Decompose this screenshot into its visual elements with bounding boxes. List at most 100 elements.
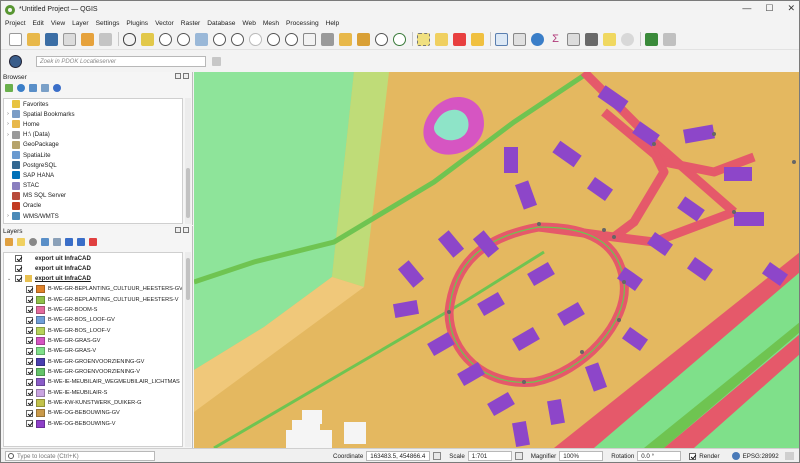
close-panel-icon[interactable] (183, 73, 189, 79)
expand-arrow-icon[interactable]: › (4, 111, 12, 117)
zoom-in-icon[interactable] (159, 32, 172, 46)
browser-item[interactable]: › WMS/WMTS (4, 211, 182, 221)
layout-manager-icon[interactable] (81, 32, 94, 46)
crs-label[interactable]: EPSG:28992 (743, 453, 779, 460)
layer-symbol-swatch[interactable] (36, 347, 45, 356)
expand-arrow-icon[interactable]: › (4, 213, 12, 219)
temporal-controller-icon[interactable] (375, 32, 388, 46)
layer-group-checkbox[interactable] (15, 275, 22, 283)
float-panel-icon[interactable] (175, 227, 181, 233)
zoom-full-icon[interactable] (195, 32, 208, 46)
clear-search-icon[interactable] (212, 56, 221, 66)
field-calculator-icon[interactable] (567, 32, 580, 46)
close-panel-icon[interactable] (183, 227, 189, 233)
expand-arrow-icon[interactable]: › (4, 132, 12, 138)
new-3d-map-view-icon[interactable] (321, 32, 334, 46)
layer-item[interactable]: B-WE-GR-GROENVOORZIENING-V (4, 367, 182, 377)
layer-checkbox[interactable] (26, 306, 33, 314)
layers-scrollbar[interactable] (185, 252, 191, 447)
layer-group[interactable]: export uit InfraCAD (4, 253, 182, 263)
zoom-next-icon[interactable] (285, 32, 298, 46)
refresh-icon[interactable] (393, 32, 406, 46)
layer-checkbox[interactable] (26, 358, 33, 366)
float-panel-icon[interactable] (175, 73, 181, 79)
scale-field[interactable]: 1:701 (467, 451, 512, 461)
close-button[interactable]: ✕ (787, 3, 795, 14)
menu-help[interactable]: Help (326, 20, 340, 27)
expand-all-icon[interactable] (65, 238, 73, 246)
new-map-view-icon[interactable] (303, 32, 316, 46)
layer-checkbox[interactable] (26, 316, 33, 324)
expand-arrow-icon[interactable]: › (4, 121, 12, 127)
coordinate-toggle-icon[interactable] (433, 452, 442, 460)
layer-item[interactable]: B-WE-IE-MEUBILAIR-S (4, 387, 182, 397)
rotation-field[interactable]: 0.0 ° (637, 451, 682, 461)
layer-checkbox[interactable] (26, 378, 33, 386)
layer-checkbox[interactable] (26, 347, 33, 355)
pdok-search-input[interactable]: Zoek in PDOK Locatieserver (36, 55, 206, 67)
add-selected-layers-icon[interactable] (5, 84, 13, 92)
layer-item[interactable]: B-WE-GR-BEPLANTING_CULTUUR_HEESTERS-V (4, 294, 182, 304)
zoom-out-icon[interactable] (177, 32, 190, 46)
remove-layer-icon[interactable] (89, 238, 97, 246)
browser-item[interactable]: SpatiaLite (4, 150, 182, 160)
processing-toolbox-icon[interactable] (531, 32, 544, 46)
deselect-all-icon[interactable] (453, 32, 466, 46)
layer-group[interactable]: export uit InfraCAD (4, 263, 182, 273)
layer-checkbox[interactable] (26, 399, 33, 407)
menu-layer[interactable]: Layer (72, 20, 89, 27)
layer-item[interactable]: B-WE-GR-BEPLANTING_CULTUUR_HEESTERS-GV (4, 284, 182, 294)
layer-symbol-swatch[interactable] (36, 367, 45, 376)
zoom-selection-icon[interactable] (213, 32, 226, 46)
browser-item[interactable]: › H:\ (Data) (4, 130, 182, 140)
browser-item[interactable]: › Home (4, 119, 182, 129)
layer-checkbox[interactable] (26, 420, 33, 428)
layer-checkbox[interactable] (26, 337, 33, 345)
locator-search-input[interactable]: Type to locate (Ctrl+K) (5, 451, 155, 461)
layer-group[interactable]: ⌄ export uit InfraCAD (4, 274, 182, 284)
browser-item[interactable]: Oracle (4, 201, 182, 211)
layer-checkbox[interactable] (26, 389, 33, 397)
layer-checkbox[interactable] (26, 327, 33, 335)
bookmark-new-icon[interactable] (339, 32, 352, 46)
filter-by-expression-icon[interactable] (53, 238, 61, 246)
layer-symbol-swatch[interactable] (36, 326, 45, 335)
menu-mesh[interactable]: Mesh (263, 20, 279, 27)
collapse-all-icon[interactable] (41, 84, 49, 92)
layer-item[interactable]: B-WE-KW-KUNSTWERK_DUIKER-G (4, 398, 182, 408)
menu-vector[interactable]: Vector (155, 20, 174, 27)
layer-item[interactable]: B-WE-GR-BOOM-S (4, 305, 182, 315)
layer-item[interactable]: B-WE-GR-GRAS-GV (4, 336, 182, 346)
browser-item[interactable]: GeoPackage (4, 140, 182, 150)
layer-checkbox[interactable] (26, 409, 33, 417)
filter-legend-icon[interactable] (41, 238, 49, 246)
browser-item[interactable]: SAP HANA (4, 170, 182, 180)
menu-project[interactable]: Project (5, 20, 26, 27)
layer-symbol-swatch[interactable] (36, 409, 45, 418)
messages-icon[interactable] (784, 452, 794, 460)
minimize-button[interactable]: — (742, 3, 751, 14)
layer-symbol-swatch[interactable] (36, 388, 45, 397)
layer-symbol-swatch[interactable] (36, 419, 45, 428)
plugin-toolbar-icon[interactable] (663, 32, 676, 46)
layer-item[interactable]: B-WE-GR-BOS_LOOF-V (4, 325, 182, 335)
layer-item[interactable]: B-WE-IE-MEUBILAIR_WEGMEUBILAIR_LICHTMAS (4, 377, 182, 387)
layer-item[interactable]: B-WE-GR-GROENVOORZIENING-GV (4, 356, 182, 366)
show-bookmarks-icon[interactable] (357, 32, 370, 46)
crs-globe-icon[interactable] (731, 452, 740, 460)
map-canvas[interactable] (194, 72, 799, 448)
lock-scale-icon[interactable] (514, 452, 523, 460)
expand-arrow-icon[interactable]: ⌄ (7, 276, 15, 282)
magnifier-field[interactable]: 100% (559, 451, 604, 461)
new-project-icon[interactable] (9, 32, 22, 46)
layer-symbol-swatch[interactable] (36, 285, 45, 294)
select-by-expression-icon[interactable] (435, 32, 448, 46)
select-by-location-icon[interactable] (471, 32, 484, 46)
layer-item[interactable]: B-WE-OG-BEBOUWING-V (4, 419, 182, 429)
browser-item[interactable]: STAC (4, 181, 182, 191)
layer-item[interactable]: B-WE-OG-BEBOUWING-GV (4, 408, 182, 418)
add-group-icon[interactable] (17, 238, 25, 246)
open-attribute-table-icon[interactable] (513, 32, 526, 46)
new-print-layout-icon[interactable] (63, 32, 76, 46)
layer-checkbox[interactable] (26, 285, 33, 293)
